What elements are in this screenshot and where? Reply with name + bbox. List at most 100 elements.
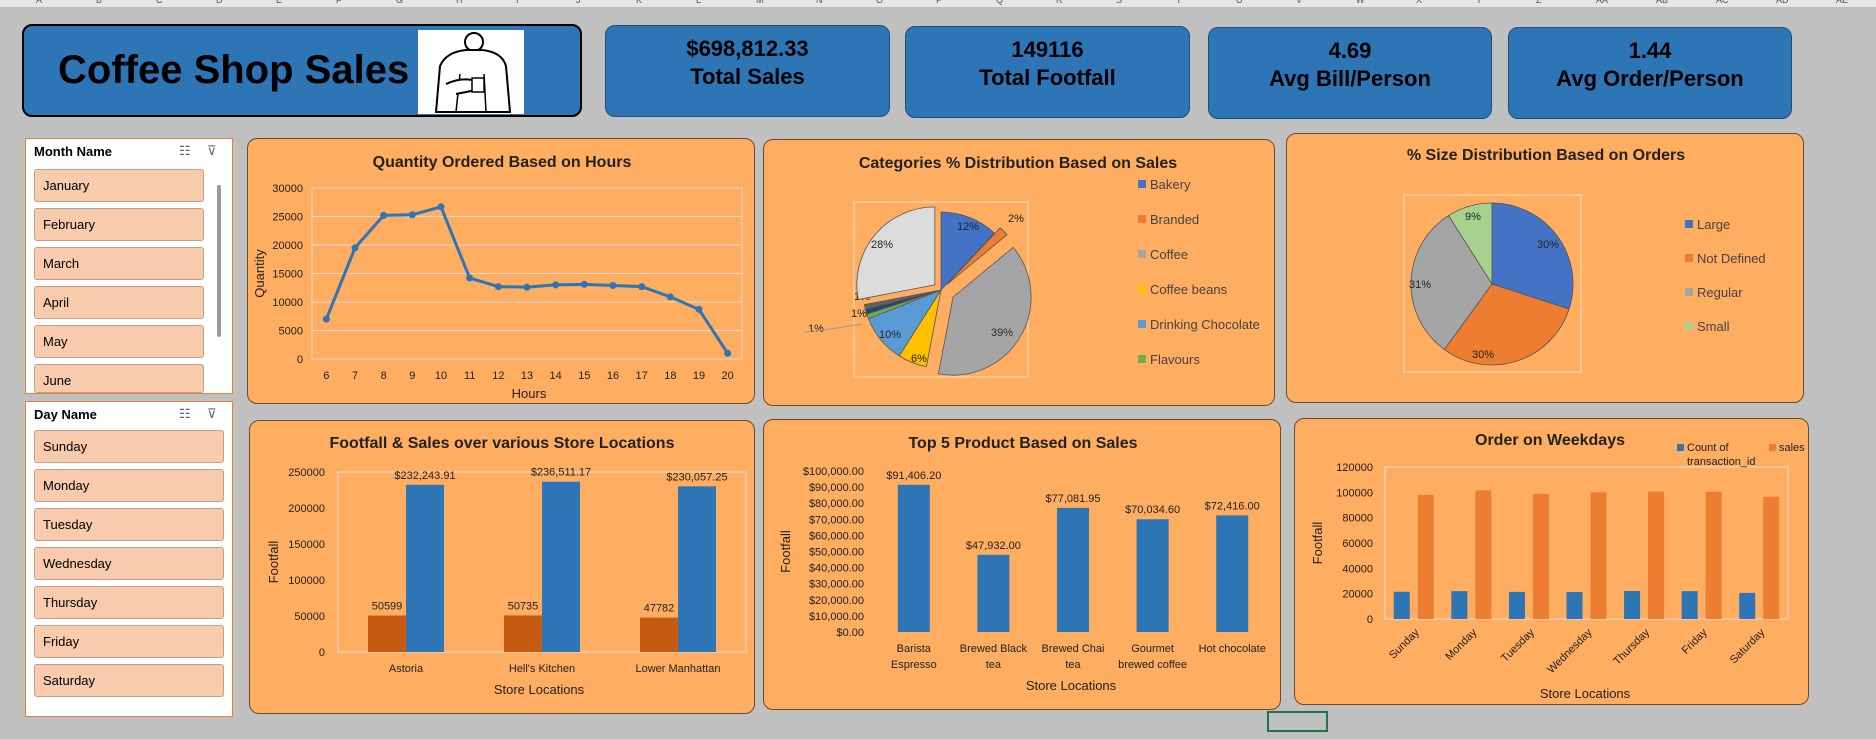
column-header[interactable]: R (1056, 0, 1063, 5)
x-tick-label: Thursday (1611, 626, 1652, 667)
y-tick-label: $20,000.00 (809, 595, 864, 607)
dashboard-title: Coffee Shop Sales (58, 48, 410, 92)
slicer-item-thursday[interactable]: Thursday (34, 586, 224, 619)
y-axis-label: Footfall (266, 541, 281, 584)
multi-select-icon[interactable]: ☷ (179, 406, 191, 422)
y-tick-label: 50000 (294, 611, 325, 623)
top-products-chart: Top 5 Product Based on Sales $0.00 $10,000… (763, 419, 1281, 710)
column-header[interactable]: E (276, 0, 282, 5)
legend-swatch (1685, 288, 1693, 296)
legend-swatch (1138, 180, 1146, 188)
bar (1624, 591, 1641, 619)
column-header[interactable]: C (156, 0, 163, 5)
clear-filter-icon[interactable]: ⊽ (207, 143, 217, 159)
slicer-item-june[interactable]: June (34, 364, 204, 393)
column-header[interactable]: S (1116, 0, 1122, 5)
slicer-item-january[interactable]: January (34, 169, 204, 202)
x-tick-label: Barista (897, 643, 932, 655)
column-header[interactable]: V (1296, 0, 1302, 5)
column-header[interactable]: T (1176, 0, 1182, 5)
bar (1681, 591, 1698, 619)
column-header[interactable]: AE (1836, 0, 1848, 5)
bar (368, 615, 406, 652)
column-header[interactable]: N (816, 0, 823, 5)
column-header[interactable]: W (1356, 0, 1365, 5)
chart-svg: % Size Distribution Based on Orders 30% 30… (1403, 147, 1766, 373)
column-header[interactable]: X (1416, 0, 1422, 5)
column-header-bar: A B C D E F G H I J K L M N O P Q R S T U V W X Y Z AA AB AC AD AE (0, 0, 1876, 8)
slicer-item-monday[interactable]: Monday (34, 469, 224, 502)
leader-line (823, 323, 863, 331)
column-header[interactable]: U (1236, 0, 1243, 5)
x-tick-label: 19 (693, 370, 705, 382)
clear-filter-icon[interactable]: ⊽ (207, 406, 217, 422)
legend-label: Not Defined (1697, 251, 1766, 266)
column-header[interactable]: D (216, 0, 223, 5)
data-label: 47782 (644, 603, 675, 615)
x-tick-label: Astoria (389, 663, 424, 675)
kpi-avg-order: 1.44 Avg Order/Person (1508, 27, 1792, 119)
bar (977, 554, 1010, 632)
column-header[interactable]: A (36, 0, 42, 5)
slicer-item-friday[interactable]: Friday (34, 625, 224, 658)
selected-cell[interactable] (1267, 711, 1328, 732)
slicer-item-sunday[interactable]: Sunday (34, 430, 224, 463)
y-tick-label: $30,000.00 (809, 579, 864, 591)
kpi-label: Total Sales (690, 64, 805, 89)
chart-title: % Size Distribution Based on Orders (1407, 147, 1685, 164)
legend-label: Drinking Chocolate (1150, 317, 1260, 332)
column-header[interactable]: H (456, 0, 463, 5)
column-header[interactable]: O (876, 0, 883, 5)
column-header[interactable]: M (756, 0, 764, 5)
column-header[interactable]: P (936, 0, 942, 5)
chart-title: Top 5 Product Based on Sales (908, 435, 1137, 452)
slicer-item-tuesday[interactable]: Tuesday (34, 508, 224, 541)
column-header[interactable]: AC (1716, 0, 1729, 5)
x-axis-label: Store Locations (1026, 678, 1117, 693)
month-slicer[interactable]: Month Name ☷ ⊽ January February March Ap… (25, 138, 233, 394)
column-header[interactable]: J (576, 0, 581, 5)
plot-area (1384, 466, 1789, 620)
column-header[interactable]: L (696, 0, 701, 5)
column-header[interactable]: AB (1656, 0, 1668, 5)
column-header[interactable]: Z (1536, 0, 1542, 5)
slicer-item-april[interactable]: April (34, 286, 204, 319)
column-header[interactable]: B (96, 0, 102, 5)
column-header[interactable]: I (516, 0, 519, 5)
column-header[interactable]: F (336, 0, 342, 5)
x-tick-label: Hell's Kitchen (509, 663, 575, 675)
x-tick-label: 15 (578, 370, 590, 382)
column-header[interactable]: K (636, 0, 642, 5)
y-tick-label: 120000 (1336, 462, 1373, 474)
day-slicer[interactable]: Day Name ☷ ⊽ Sunday Monday Tuesday Wedne… (25, 401, 233, 717)
column-header[interactable]: Q (996, 0, 1003, 5)
data-label: 50735 (508, 600, 539, 612)
bar (542, 481, 580, 652)
x-tick-label: 18 (664, 370, 676, 382)
slicer-item-wednesday[interactable]: Wednesday (34, 547, 224, 580)
column-header[interactable]: AD (1776, 0, 1789, 5)
category-distribution-chart: Categories % Distribution Based on Sales… (763, 139, 1275, 406)
chart-svg: Order on Weekdays 0 20000 40000 60000 80000 10… (1310, 432, 1805, 701)
slicer-item-february[interactable]: February (34, 208, 204, 241)
slicer-scrollbar[interactable] (217, 185, 221, 337)
column-header[interactable]: AA (1596, 0, 1608, 5)
column-header[interactable]: Y (1476, 0, 1482, 5)
bar (1739, 592, 1756, 619)
y-tick-label: 200000 (288, 503, 325, 515)
y-axis-label: Footfall (1310, 522, 1325, 565)
pie-data-label: 30% (1472, 349, 1494, 361)
y-tick-label: 15000 (272, 269, 303, 281)
y-tick-label: 10000 (272, 297, 303, 309)
chart-svg: Footfall & Sales over various Store Loca… (266, 435, 747, 697)
chart-title: Footfall & Sales over various Store Loca… (330, 435, 675, 452)
bar (1216, 515, 1249, 632)
slicer-item-saturday[interactable]: Saturday (34, 664, 224, 697)
multi-select-icon[interactable]: ☷ (179, 143, 191, 159)
slicer-item-may[interactable]: May (34, 325, 204, 358)
y-tick-label: 0 (1367, 614, 1373, 626)
bar (1508, 591, 1525, 619)
slicer-item-march[interactable]: March (34, 247, 204, 280)
column-header[interactable]: G (396, 0, 403, 5)
bar (1566, 592, 1583, 619)
